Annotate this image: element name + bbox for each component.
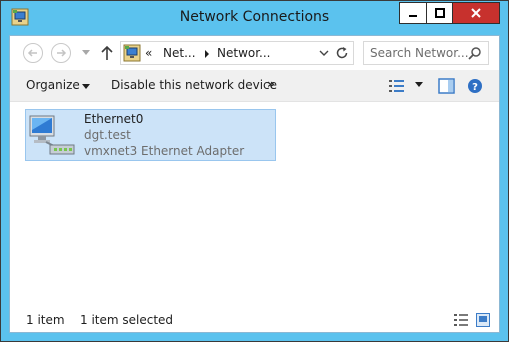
address-bar[interactable]: « Net... Networ... (120, 41, 354, 65)
minimize-button[interactable] (399, 2, 426, 24)
svg-text:?: ? (472, 82, 478, 93)
network-adapter-icon (29, 115, 75, 155)
search-box[interactable]: Search Networ... (363, 41, 489, 65)
breadcrumb-separator-icon[interactable] (203, 49, 211, 59)
close-button[interactable] (453, 2, 500, 24)
preview-pane-icon[interactable] (438, 78, 455, 94)
change-view-icon[interactable] (388, 78, 406, 94)
organize-dropdown-icon[interactable] (82, 84, 90, 89)
large-icons-view-icon[interactable] (476, 313, 490, 327)
maximize-button[interactable] (426, 2, 453, 24)
navigation-bar: « Net... Networ... Search Networ... (10, 36, 499, 70)
client-area: « Net... Networ... Search Networ... Orga… (9, 35, 500, 333)
control-panel-icon (123, 44, 141, 62)
breadcrumb-item-network[interactable]: Net... (163, 46, 196, 60)
up-arrow-icon (101, 45, 113, 60)
organize-button[interactable]: Organize (26, 78, 80, 92)
item-device: vmxnet3 Ethernet Adapter (84, 144, 245, 158)
title-bar[interactable]: Network Connections (1, 1, 508, 35)
status-bar: 1 item 1 item selected (10, 308, 499, 332)
back-arrow-icon (27, 49, 37, 57)
dropdown-arrow-icon[interactable] (319, 48, 329, 58)
refresh-icon (336, 47, 348, 59)
breadcrumb-item-network-connections[interactable]: Networ... (217, 46, 271, 60)
recent-locations-button[interactable] (80, 45, 92, 59)
search-input[interactable]: Search Networ... (370, 46, 469, 60)
search-icon[interactable] (468, 46, 482, 60)
item-network: dgt.test (84, 128, 131, 142)
forward-arrow-icon (57, 49, 67, 57)
more-commands-button[interactable]: » (267, 77, 275, 91)
list-item[interactable]: Ethernet0 dgt.test vmxnet3 Ethernet Adap… (25, 109, 276, 161)
command-bar: Organize Disable this network device » ? (10, 70, 499, 102)
up-button[interactable] (99, 44, 115, 62)
file-list[interactable]: Ethernet0 dgt.test vmxnet3 Ethernet Adap… (10, 103, 499, 298)
recent-locations-chevron-icon (82, 49, 90, 55)
view-options-dropdown-icon[interactable] (415, 82, 423, 87)
forward-button[interactable] (51, 43, 71, 63)
item-name: Ethernet0 (84, 112, 144, 126)
back-button[interactable] (23, 43, 43, 63)
refresh-button[interactable] (334, 45, 350, 61)
details-view-icon[interactable] (453, 313, 469, 327)
minimize-icon (409, 15, 417, 17)
help-icon[interactable]: ? (467, 78, 483, 94)
maximize-icon (434, 8, 445, 18)
disable-network-device-button[interactable]: Disable this network device (111, 78, 277, 92)
window: Network Connections « Net... Networ... S… (0, 0, 509, 342)
close-icon (471, 8, 481, 18)
breadcrumb-overflow[interactable]: « (145, 46, 152, 60)
item-count: 1 item (26, 313, 65, 327)
selected-count: 1 item selected (80, 313, 174, 327)
